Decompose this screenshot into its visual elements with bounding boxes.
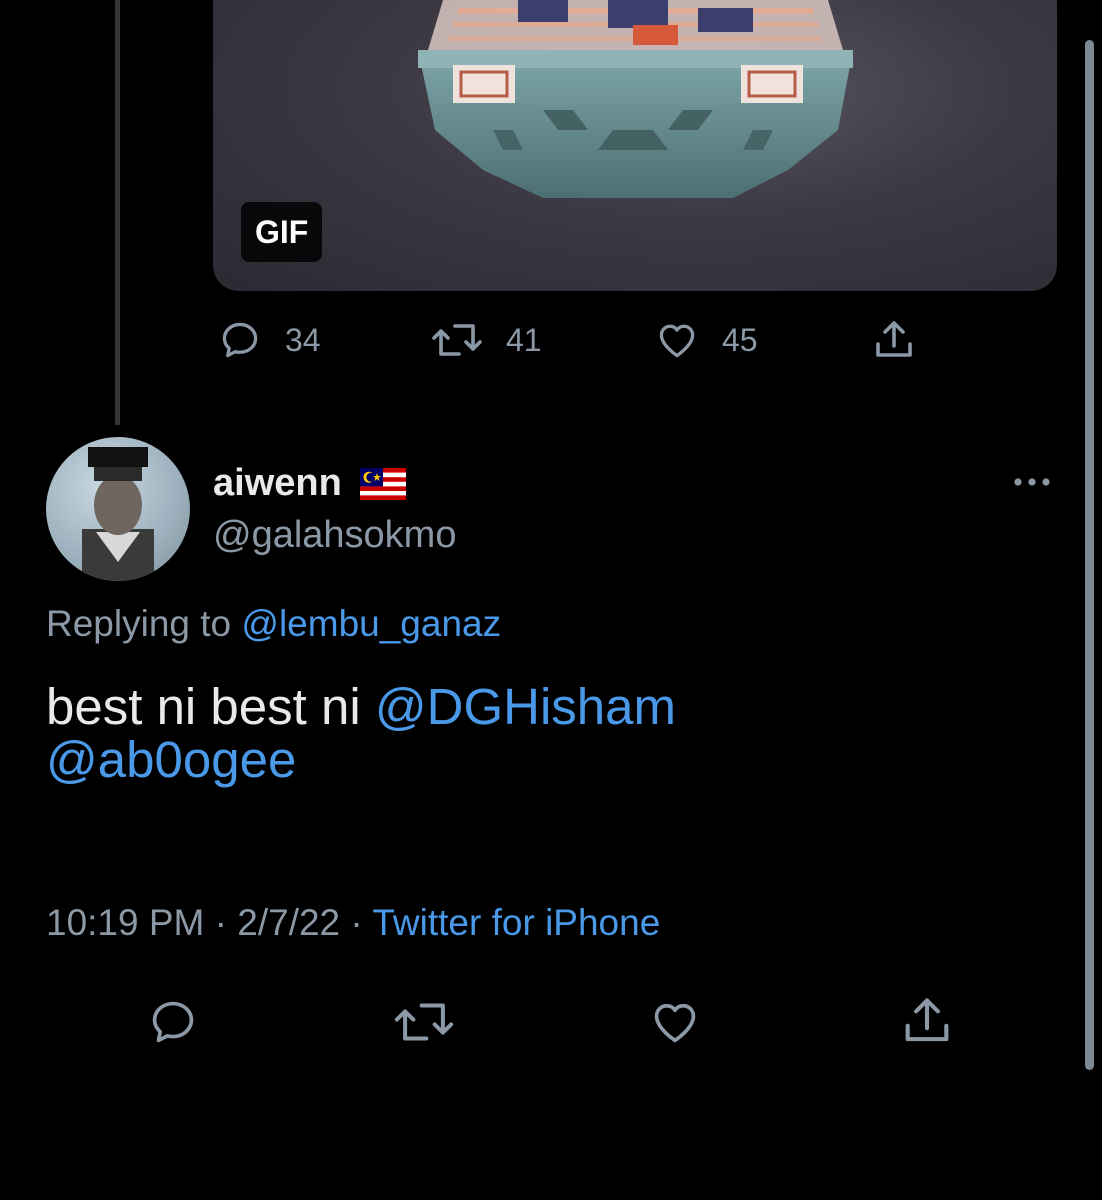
author-handle[interactable]: @galahsokmo bbox=[213, 514, 456, 557]
like-count: 45 bbox=[722, 321, 758, 358]
quoted-tweet-action-bar: 34 41 45 bbox=[0, 312, 1102, 372]
tweet-time[interactable]: 10:19 PM bbox=[46, 902, 204, 943]
meta-separator: · bbox=[350, 902, 363, 943]
retweet-icon bbox=[432, 324, 482, 356]
mention-link[interactable]: @DGHisham bbox=[375, 678, 676, 735]
tweet-meta: 10:19 PM · 2/7/22 · Twitter for iPhone bbox=[46, 902, 660, 944]
tweet-source-link[interactable]: Twitter for iPhone bbox=[372, 902, 660, 943]
malaysia-flag-icon bbox=[359, 467, 406, 500]
retweet-count: 41 bbox=[506, 321, 542, 358]
mention-link[interactable]: @ab0ogee bbox=[46, 731, 296, 788]
replying-to-line: Replying to @lembu_ganaz bbox=[46, 603, 501, 645]
replying-to-link[interactable]: @lembu_ganaz bbox=[241, 603, 501, 644]
share-icon bbox=[905, 998, 949, 1042]
share-icon bbox=[876, 321, 912, 357]
reply-tweet-action-bar bbox=[0, 990, 1102, 1050]
gif-media[interactable]: GIF bbox=[213, 0, 1057, 291]
voxel-illustration bbox=[418, 0, 853, 198]
like-action[interactable]: 45 bbox=[654, 318, 758, 362]
reply-count: 34 bbox=[285, 321, 321, 358]
reply-action[interactable] bbox=[146, 996, 200, 1048]
like-icon bbox=[654, 1003, 696, 1043]
more-options-button[interactable] bbox=[1012, 474, 1052, 495]
like-action[interactable] bbox=[648, 996, 702, 1048]
meta-separator: · bbox=[214, 902, 227, 943]
tweet-text-body: best ni best ni bbox=[46, 678, 361, 735]
more-options-icon bbox=[1014, 478, 1050, 486]
retweet-action[interactable]: 41 bbox=[430, 318, 542, 362]
author-name: aiwenn bbox=[213, 462, 342, 504]
avatar[interactable] bbox=[46, 437, 190, 581]
scrollbar[interactable] bbox=[1085, 40, 1094, 1070]
share-action[interactable] bbox=[870, 316, 918, 364]
reply-icon bbox=[152, 1001, 194, 1043]
author-name-row[interactable]: aiwenn bbox=[213, 462, 406, 505]
avatar-photo bbox=[82, 447, 154, 581]
share-action[interactable] bbox=[898, 992, 956, 1050]
reply-action[interactable]: 34 bbox=[217, 318, 321, 362]
like-icon bbox=[659, 324, 695, 358]
tweet-text: best ni best ni @DGHisham @ab0ogee bbox=[46, 680, 1046, 786]
replying-prefix: Replying to bbox=[46, 603, 232, 644]
retweet-icon bbox=[394, 1003, 454, 1041]
retweet-action[interactable] bbox=[392, 996, 456, 1048]
reply-icon bbox=[222, 322, 258, 358]
gif-badge: GIF bbox=[241, 202, 323, 262]
tweet-date[interactable]: 2/7/22 bbox=[237, 902, 340, 943]
